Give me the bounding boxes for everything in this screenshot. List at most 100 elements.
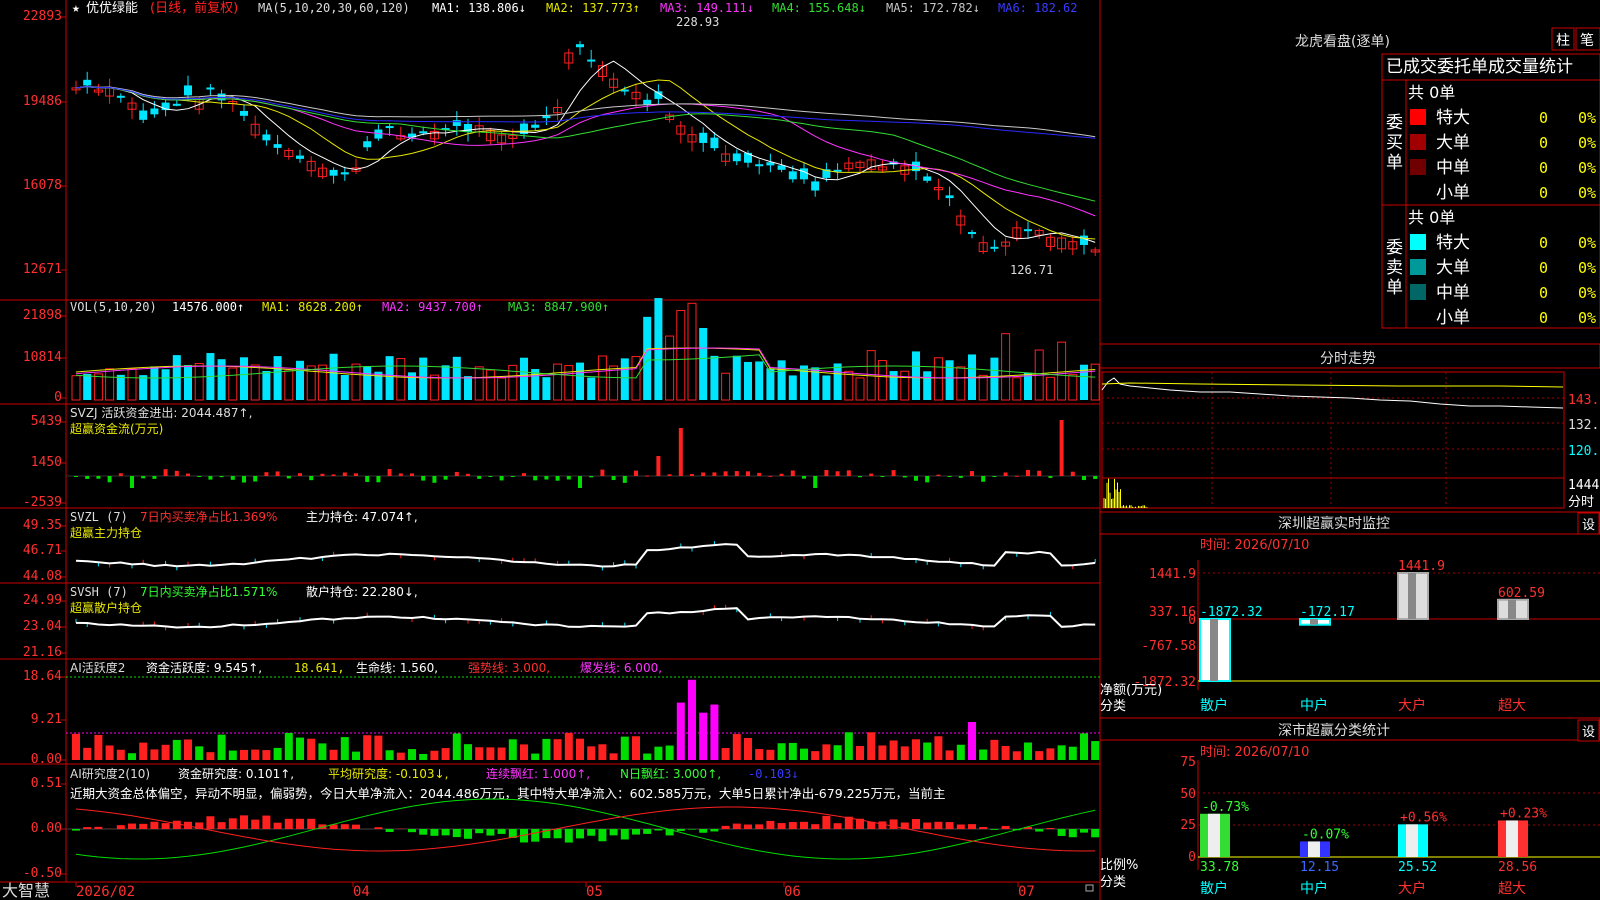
research-bar <box>128 823 136 829</box>
svzl-hold: 主力持仓: 47.074↑, <box>306 509 418 524</box>
activity-bar <box>94 734 103 760</box>
price-tick: 19486 <box>23 94 62 109</box>
svzj-bar <box>488 476 493 477</box>
activity-bar <box>105 745 114 760</box>
ma4-value: MA4: 155.648↓ <box>772 1 866 15</box>
svzj-bar <box>298 473 302 476</box>
svzj-bar <box>85 476 90 479</box>
activity-bar <box>161 744 170 760</box>
volume-bar <box>340 375 349 400</box>
dragon-tabs[interactable]: 已成交委托单成交量统计 <box>1386 57 1573 77</box>
candle-body <box>945 195 954 199</box>
star-icon: ★ <box>72 1 80 16</box>
lock-icon[interactable] <box>1085 884 1094 892</box>
svzj-bar <box>410 473 414 476</box>
stats-value-label: 28.56 <box>1498 860 1537 875</box>
research-bar <box>161 823 170 829</box>
research-bar <box>620 829 629 840</box>
svzj-bar <box>376 476 381 483</box>
svzj-bar <box>600 469 605 476</box>
candle-body <box>699 132 708 143</box>
svzj-bar <box>130 476 134 488</box>
svzj-bar <box>824 469 829 476</box>
candle-body <box>385 126 394 129</box>
research-bar <box>553 829 562 839</box>
intraday-tick: 120.9 <box>1568 444 1600 459</box>
volume-bar <box>184 365 192 400</box>
candle-body <box>172 103 181 106</box>
brand-logo: 大智慧 <box>2 881 50 900</box>
x-tick: 07 <box>1018 884 1035 900</box>
candle-body <box>340 172 349 175</box>
volume-bar <box>822 375 831 400</box>
research-bar <box>240 815 248 829</box>
volume-bar <box>956 366 966 401</box>
row-label: 小单 <box>1436 183 1470 203</box>
x-tick: 06 <box>784 884 801 900</box>
research-bar <box>83 827 92 829</box>
svzj-bar <box>74 476 78 477</box>
svzj-bar <box>902 476 907 478</box>
vol-tick: 21898 <box>23 308 62 323</box>
research-bar <box>576 829 584 839</box>
activity-bar <box>206 752 215 760</box>
activity-bar <box>1057 745 1066 760</box>
stock-name[interactable]: 优优绿能 <box>86 1 138 16</box>
svzj-bar <box>678 428 683 476</box>
row-label: 大单 <box>1436 258 1470 278</box>
volume-bar <box>643 316 652 400</box>
research-bar <box>912 819 920 829</box>
candle-body <box>139 110 148 120</box>
buy-total: 共 0单 <box>1408 83 1455 102</box>
activity-bar <box>755 749 764 760</box>
ai-res-summary: 近期大资金总体偏空，异动不明显，偏弱势，今日大单净流入：2044.486万元，其… <box>70 786 946 801</box>
research-bar <box>262 815 271 829</box>
svzj-bar <box>230 476 235 480</box>
volume-bar <box>1045 376 1055 401</box>
vertical-label-char: 买 <box>1386 133 1403 153</box>
activity-bar <box>878 745 887 760</box>
volume-bar <box>755 361 764 400</box>
research-bar <box>307 818 316 829</box>
svzj-bar <box>510 476 515 477</box>
ma-line <box>75 60 1096 243</box>
volume-bar <box>116 374 125 400</box>
svzj-bar <box>1082 476 1086 481</box>
candle-body <box>262 134 271 141</box>
volume-bar <box>710 355 719 400</box>
research-bar <box>228 818 237 829</box>
svzj-bar <box>947 476 952 477</box>
bi-button-label: 笔 <box>1580 33 1594 49</box>
svzj-bar <box>970 471 974 476</box>
research-bar <box>116 825 125 829</box>
ma-line <box>75 86 1096 139</box>
x-tick: 2026/02 <box>76 884 135 900</box>
research-bar <box>721 825 730 829</box>
ai-res-v5: -0.103↓ <box>748 767 799 781</box>
candle-body <box>531 124 540 128</box>
volume-bar <box>250 364 260 401</box>
research-bar <box>284 818 293 829</box>
volume-bar <box>553 363 563 401</box>
volume-bar <box>676 309 686 401</box>
svzj-bar <box>846 470 851 476</box>
row-pct: 0% <box>1578 234 1596 252</box>
row-label: 中单 <box>1436 158 1470 178</box>
svzj-bar <box>253 476 258 482</box>
svzj-bar <box>1026 469 1030 476</box>
vol-ma3: MA3: 8847.900↑ <box>508 300 609 314</box>
volume-bar <box>923 371 932 400</box>
price-tick: 12671 <box>23 262 62 277</box>
volume-bar <box>587 377 596 400</box>
volume-bar <box>396 358 406 401</box>
activity-bar <box>822 744 831 760</box>
activity-bar <box>531 753 540 760</box>
svzj-bar <box>1003 472 1008 476</box>
stats-value-label: 33.78 <box>1200 860 1239 875</box>
svzj-bar <box>578 476 582 488</box>
research-bar <box>139 823 148 829</box>
svsh-tick: 21.16 <box>23 645 62 660</box>
volume-bar <box>721 372 731 401</box>
period-label[interactable]: (日线，前复权) <box>150 0 238 16</box>
activity-bar <box>900 746 909 760</box>
